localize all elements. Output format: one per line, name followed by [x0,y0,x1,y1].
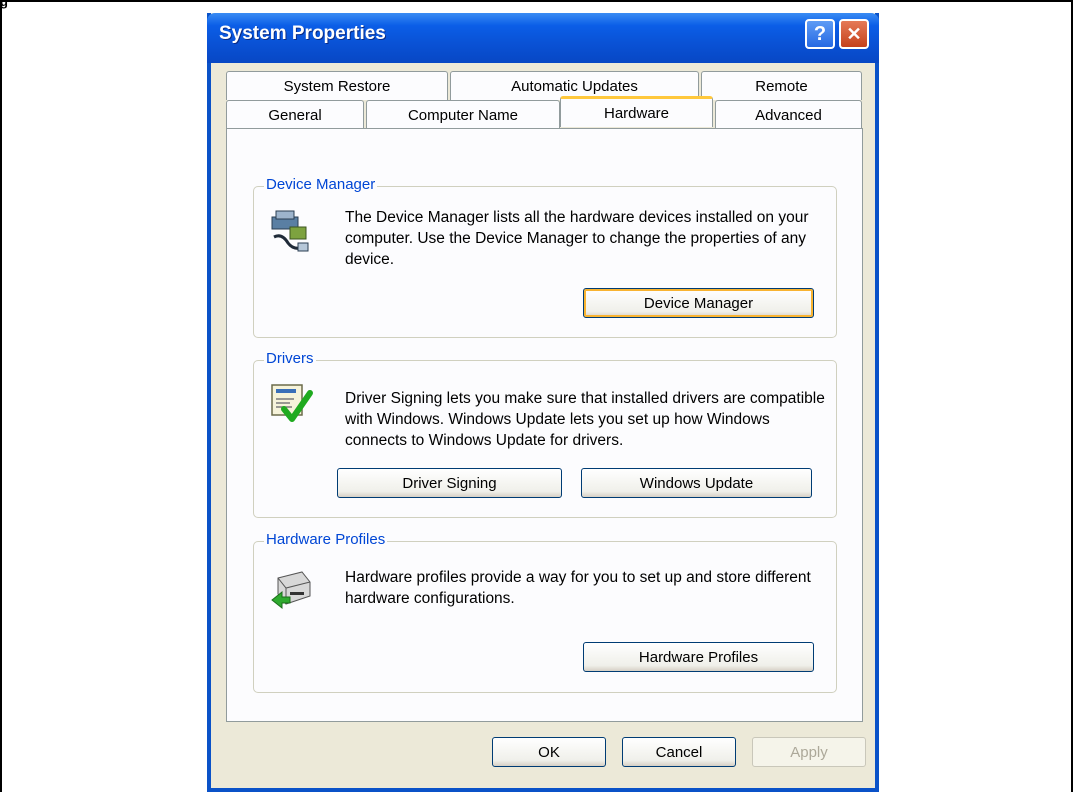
tab-system-restore[interactable]: System Restore [226,71,448,100]
drivers-description: Driver Signing lets you make sure that i… [345,390,825,449]
cancel-button[interactable]: Cancel [622,737,736,767]
corner-label: g [0,0,8,9]
close-icon: ✕ [846,23,862,44]
window-title: System Properties [219,23,386,44]
help-icon: ? [813,22,827,45]
tab-remote[interactable]: Remote [701,71,862,100]
tab-hardware[interactable]: Hardware [560,96,713,127]
tab-computer-name[interactable]: Computer Name [366,100,560,129]
driver-signing-button[interactable]: Driver Signing [337,468,562,498]
hardware-profiles-button[interactable]: Hardware Profiles [583,642,814,672]
drivers-group: Drivers Driver Signing lets you make sur… [253,350,837,518]
title-bar[interactable]: System Properties ? ✕ [207,13,879,63]
close-button[interactable]: ✕ [839,19,869,49]
device-manager-description: The Device Manager lists all the hardwar… [345,209,809,268]
hardware-profiles-description: Hardware profiles provide a way for you … [345,569,811,607]
device-manager-icon [268,207,312,252]
hardware-tab-panel: Device Manager The Device Manager lists … [226,128,863,722]
device-manager-group: Device Manager The Device Manager lists … [253,176,837,338]
system-properties-window: System Properties ? ✕ System Restore Aut… [207,13,879,792]
device-manager-group-label: Device Manager [264,176,378,193]
windows-update-button[interactable]: Windows Update [581,468,812,498]
hardware-profiles-group: Hardware Profiles Hardware profiles prov… [253,531,837,693]
hardware-profiles-group-label: Hardware Profiles [264,531,388,548]
driver-signing-icon [268,379,313,423]
hardware-profiles-icon [268,564,312,610]
apply-button[interactable]: Apply [752,737,866,767]
help-button[interactable]: ? [805,19,835,49]
tab-general[interactable]: General [226,100,364,129]
drivers-group-label: Drivers [264,350,316,367]
device-manager-button[interactable]: Device Manager [583,288,814,318]
tab-advanced[interactable]: Advanced [715,100,862,129]
ok-button[interactable]: OK [492,737,606,767]
